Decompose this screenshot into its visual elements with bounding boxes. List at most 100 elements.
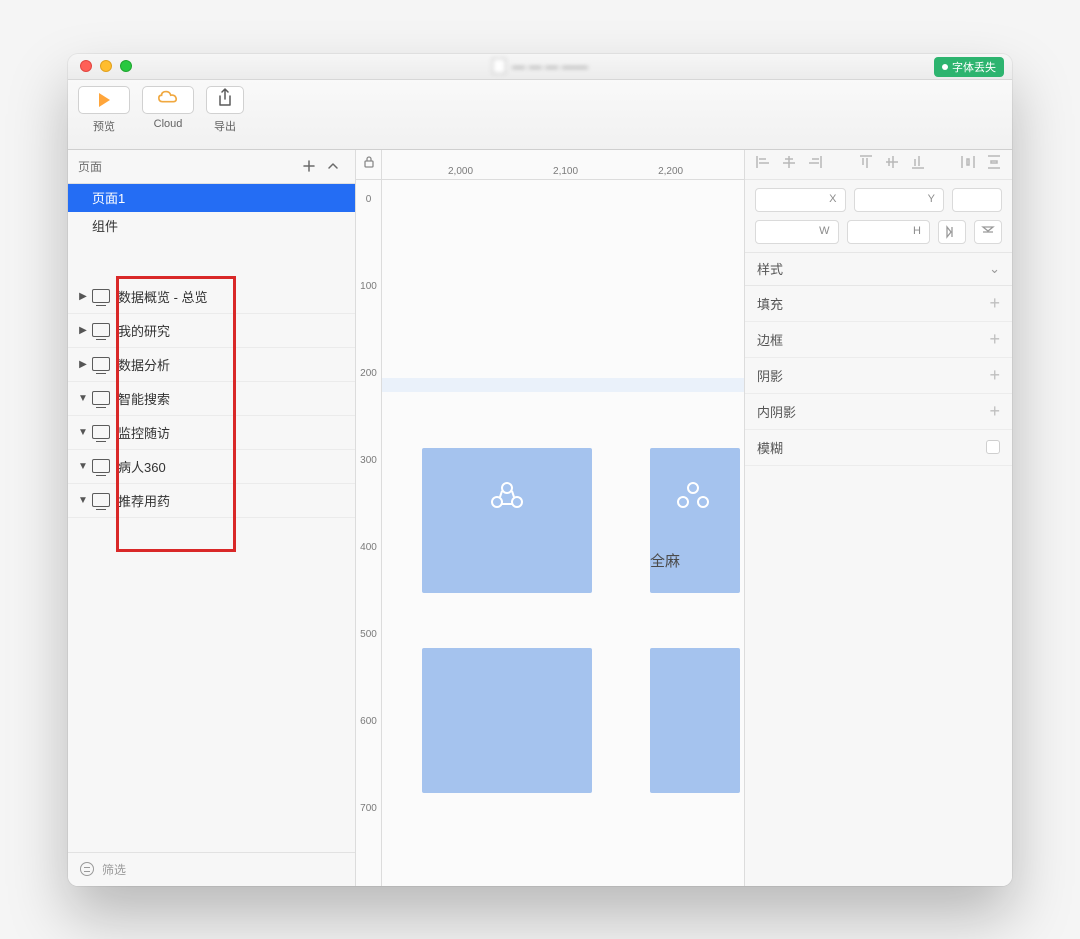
layer-row[interactable]: ▶ 数据分析 (68, 348, 355, 382)
shadow-label: 阴影 (757, 366, 783, 385)
y-label: Y (928, 193, 935, 205)
cloud-icon (157, 90, 179, 109)
pages-list: 页面1 组件 (68, 184, 355, 240)
distribute-h-icon[interactable] (960, 154, 976, 175)
align-center-v-icon[interactable] (884, 154, 900, 175)
artboard-icon (92, 391, 110, 405)
font-missing-badge[interactable]: 字体丢失 (934, 57, 1004, 77)
layer-row[interactable]: ▶ 我的研究 (68, 314, 355, 348)
x-input[interactable]: X (755, 188, 846, 212)
page-item-page1[interactable]: 页面1 (68, 184, 355, 212)
ruler-corner-lock[interactable] (356, 150, 382, 180)
disclosure-triangle-icon[interactable]: ▶ (76, 359, 90, 370)
export-label: 导出 (214, 118, 236, 134)
minimize-window-button[interactable] (100, 60, 112, 72)
canvas[interactable]: 全麻 (382, 180, 744, 886)
pages-header: 页面 (68, 150, 355, 184)
disclosure-triangle-icon[interactable]: ▼ (76, 427, 90, 438)
inner-shadow-row[interactable]: 内阴影 + (745, 394, 1012, 430)
artboard-icon (92, 459, 110, 473)
add-border-button[interactable]: + (989, 329, 1000, 350)
ruler-tick: 100 (360, 281, 377, 292)
distribute-v-icon[interactable] (986, 154, 1002, 175)
disclosure-triangle-icon[interactable]: ▶ (76, 291, 90, 302)
artboard-icon (92, 357, 110, 371)
disclosure-triangle-icon[interactable]: ▶ (76, 325, 90, 336)
ruler-tick: 2,100 (553, 166, 578, 177)
fill-row[interactable]: 填充 + (745, 286, 1012, 322)
canvas-tile[interactable] (650, 648, 740, 793)
inspector-panel: X Y W H 样式 ⌄ 填充 + (744, 150, 1012, 886)
ruler-horizontal[interactable]: 2,000 2,100 2,200 (382, 150, 744, 180)
w-input[interactable]: W (755, 220, 839, 244)
document-title: — — — —— (492, 58, 588, 74)
filter-icon (80, 862, 94, 876)
canvas-tile[interactable] (422, 648, 592, 793)
disclosure-triangle-icon[interactable]: ▼ (76, 461, 90, 472)
canvas-tile[interactable] (422, 448, 592, 593)
blur-row[interactable]: 模糊 (745, 430, 1012, 466)
zoom-window-button[interactable] (120, 60, 132, 72)
ruler-tick: 2,200 (658, 166, 683, 177)
layer-label: 我的研究 (118, 321, 170, 340)
layer-row[interactable]: ▶ 数据概览 - 总览 (68, 280, 355, 314)
ruler-tick: 0 (366, 194, 372, 205)
align-top-icon[interactable] (858, 154, 874, 175)
layer-label: 数据概览 - 总览 (118, 287, 208, 306)
h-input[interactable]: H (847, 220, 931, 244)
shadow-row[interactable]: 阴影 + (745, 358, 1012, 394)
flip-vertical-button[interactable] (974, 220, 1002, 244)
preview-button[interactable] (78, 86, 130, 114)
align-center-h-icon[interactable] (781, 154, 797, 175)
layer-row[interactable]: ▼ 智能搜索 (68, 382, 355, 416)
export-button[interactable] (206, 86, 244, 114)
canvas-tile[interactable] (650, 448, 740, 593)
align-right-icon[interactable] (807, 154, 823, 175)
fill-label: 填充 (757, 294, 783, 313)
app-window: — — — —— 字体丢失 预览 Cloud (68, 54, 1012, 886)
cloud-label: Cloud (154, 118, 183, 130)
ruler-tick: 2,000 (448, 166, 473, 177)
align-left-icon[interactable] (755, 154, 771, 175)
h-label: H (913, 225, 921, 237)
align-bottom-icon[interactable] (910, 154, 926, 175)
close-window-button[interactable] (80, 60, 92, 72)
people-icon (485, 448, 529, 525)
artboard-icon (92, 493, 110, 507)
collapse-pages-button[interactable] (321, 154, 345, 178)
layer-label: 监控随访 (118, 423, 170, 442)
artboard-icon (92, 425, 110, 439)
cloud-tool: Cloud (142, 86, 194, 130)
ruler-tick: 600 (360, 716, 377, 727)
angle-input[interactable] (952, 188, 1002, 212)
ruler-vertical[interactable]: 0 100 200 300 400 500 600 700 (356, 180, 382, 886)
layer-row[interactable]: ▼ 推荐用药 (68, 484, 355, 518)
blur-checkbox[interactable] (986, 440, 1000, 454)
x-label: X (829, 193, 836, 205)
style-section-header[interactable]: 样式 ⌄ (745, 252, 1012, 286)
export-tool: 导出 (206, 86, 244, 134)
window-controls (80, 60, 132, 72)
left-panel: 页面 页面1 组件 ▶ 数据概览 - 总览 (68, 150, 356, 886)
ruler-tick: 400 (360, 542, 377, 553)
layer-row[interactable]: ▼ 病人360 (68, 450, 355, 484)
add-inner-shadow-button[interactable]: + (989, 401, 1000, 422)
chevron-down-icon: ⌄ (989, 261, 1000, 277)
disclosure-triangle-icon[interactable]: ▼ (76, 393, 90, 404)
flip-horizontal-button[interactable] (938, 220, 966, 244)
play-icon (99, 93, 110, 107)
layers-list: ▶ 数据概览 - 总览 ▶ 我的研究 ▶ 数据分析 ▼ 智能搜索 (68, 276, 355, 518)
layer-row[interactable]: ▼ 监控随访 (68, 416, 355, 450)
add-fill-button[interactable]: + (989, 293, 1000, 314)
border-row[interactable]: 边框 + (745, 322, 1012, 358)
disclosure-triangle-icon[interactable]: ▼ (76, 495, 90, 506)
main-area: 页面 页面1 组件 ▶ 数据概览 - 总览 (68, 150, 1012, 886)
add-page-button[interactable] (297, 154, 321, 178)
y-input[interactable]: Y (854, 188, 945, 212)
cloud-button[interactable] (142, 86, 194, 114)
page-item-components[interactable]: 组件 (68, 212, 355, 240)
lock-icon (363, 155, 375, 174)
border-label: 边框 (757, 330, 783, 349)
add-shadow-button[interactable]: + (989, 365, 1000, 386)
filter-bar[interactable]: 筛选 (68, 852, 355, 886)
